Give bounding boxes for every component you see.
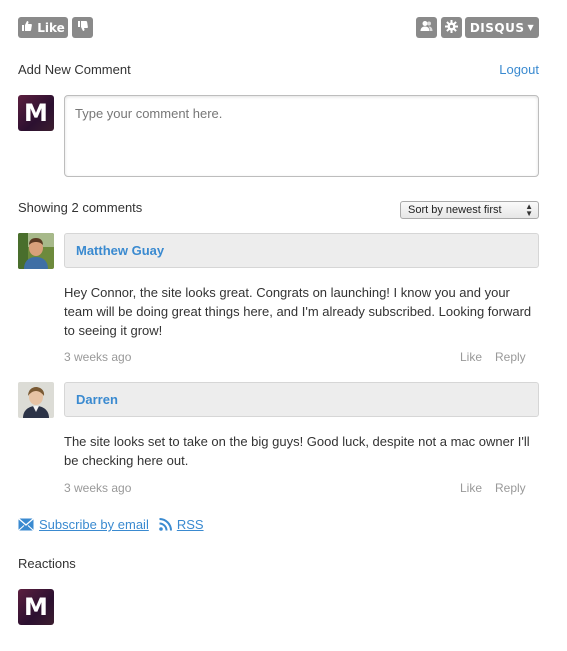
sort-dropdown-value: Sort by newest first bbox=[408, 204, 502, 216]
commenter-avatar[interactable] bbox=[18, 233, 54, 269]
community-button[interactable] bbox=[416, 17, 437, 38]
subscribe-links: Subscribe by email RSS bbox=[18, 517, 204, 532]
rss-icon bbox=[159, 518, 172, 531]
comment-input[interactable] bbox=[65, 96, 538, 176]
gear-icon bbox=[445, 19, 458, 36]
commenter-avatar[interactable] bbox=[18, 382, 54, 418]
comment-reply-link[interactable]: Reply bbox=[495, 481, 526, 495]
comment-like-link[interactable]: Like bbox=[460, 350, 482, 364]
users-icon bbox=[420, 20, 433, 35]
dislike-button[interactable] bbox=[72, 17, 93, 38]
subscribe-email-link[interactable]: Subscribe by email bbox=[39, 517, 149, 532]
comment-like-link[interactable]: Like bbox=[460, 481, 482, 495]
comment-reply-link[interactable]: Reply bbox=[495, 350, 526, 364]
comment-text: The site looks set to take on the big gu… bbox=[64, 434, 530, 468]
sort-dropdown[interactable]: Sort by newest first ▲ ▼ bbox=[400, 201, 539, 219]
comment-author[interactable]: Darren bbox=[64, 382, 539, 417]
settings-button[interactable] bbox=[441, 17, 462, 38]
comment-text: Hey Connor, the site looks great. Congra… bbox=[64, 285, 532, 338]
comment-timestamp[interactable]: 3 weeks ago bbox=[64, 481, 131, 495]
logout-link[interactable]: Logout bbox=[499, 62, 539, 77]
reaction-avatar[interactable]: M bbox=[18, 589, 54, 625]
chevron-down-icon: ▼ bbox=[527, 23, 535, 32]
disqus-menu-button[interactable]: DISQUS ▼ bbox=[465, 17, 539, 38]
user-avatar[interactable]: M bbox=[18, 95, 54, 131]
like-button-label: Like bbox=[37, 20, 65, 35]
like-button[interactable]: Like bbox=[18, 17, 68, 38]
select-arrows-icon: ▲ ▼ bbox=[525, 202, 533, 218]
disqus-logo: DISQUS bbox=[469, 20, 525, 35]
comment-count: Showing 2 comments bbox=[18, 200, 143, 215]
thumbs-down-icon bbox=[77, 20, 89, 35]
thumbs-up-icon bbox=[21, 20, 37, 35]
reactions-heading: Reactions bbox=[18, 556, 76, 571]
add-comment-heading: Add New Comment bbox=[18, 62, 131, 77]
comment-input-box[interactable] bbox=[64, 95, 539, 177]
rss-link[interactable]: RSS bbox=[177, 517, 204, 532]
email-icon bbox=[18, 518, 34, 531]
comment-author[interactable]: Matthew Guay bbox=[64, 233, 539, 268]
comment-timestamp[interactable]: 3 weeks ago bbox=[64, 350, 131, 364]
